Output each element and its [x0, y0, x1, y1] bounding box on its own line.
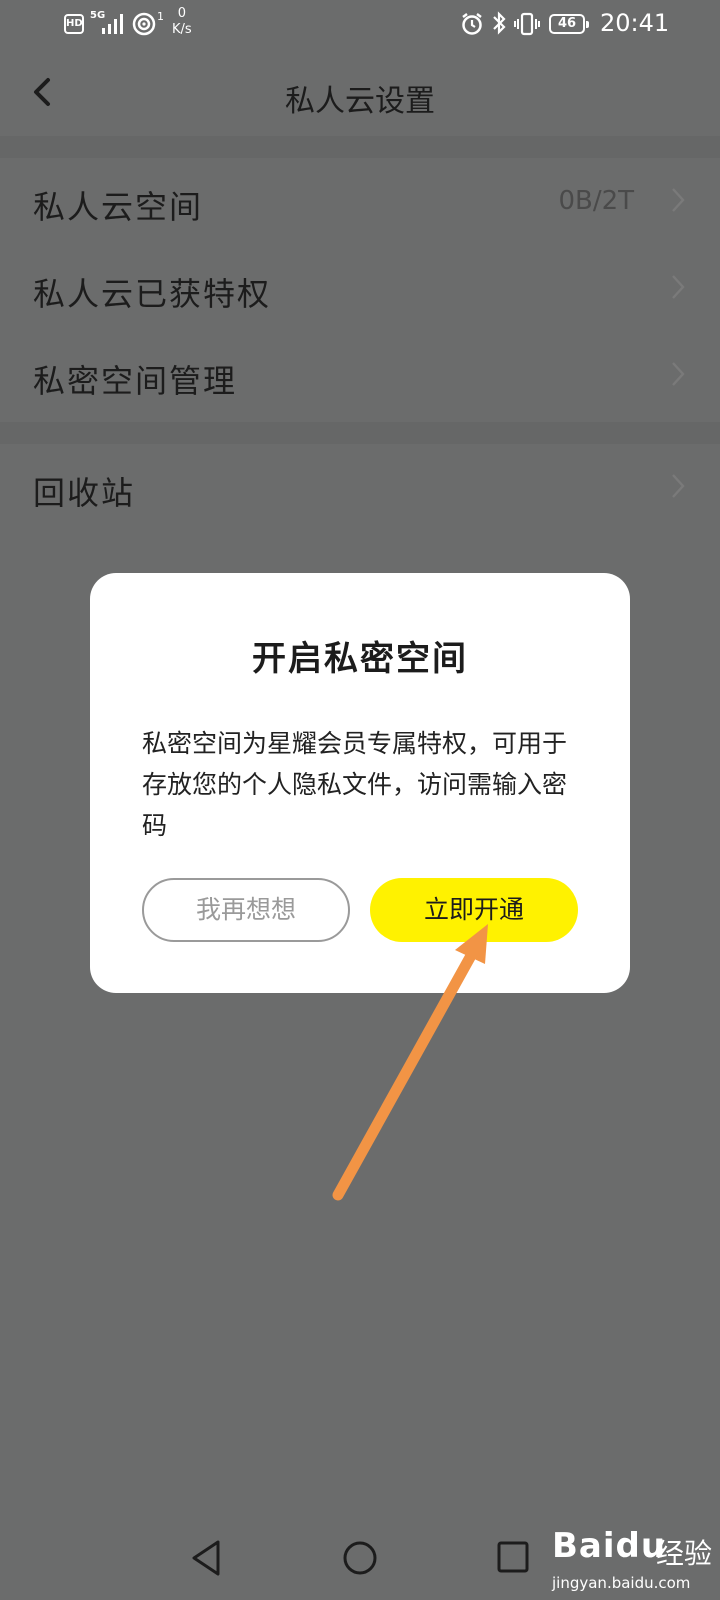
watermark-url: jingyan.baidu.com: [552, 1574, 691, 1592]
baidu-jingyan-watermark: Baidu 经验 jingyan.baidu.com: [552, 1522, 720, 1598]
nav-recent-apps-icon[interactable]: [496, 1540, 530, 1574]
nav-back-icon[interactable]: [188, 1538, 224, 1578]
nav-home-icon[interactable]: [340, 1538, 380, 1578]
baidu-logo: Baidu: [552, 1526, 667, 1566]
watermark-suffix: 经验: [656, 1537, 713, 1570]
annotation-arrow-icon: [332, 924, 488, 1201]
